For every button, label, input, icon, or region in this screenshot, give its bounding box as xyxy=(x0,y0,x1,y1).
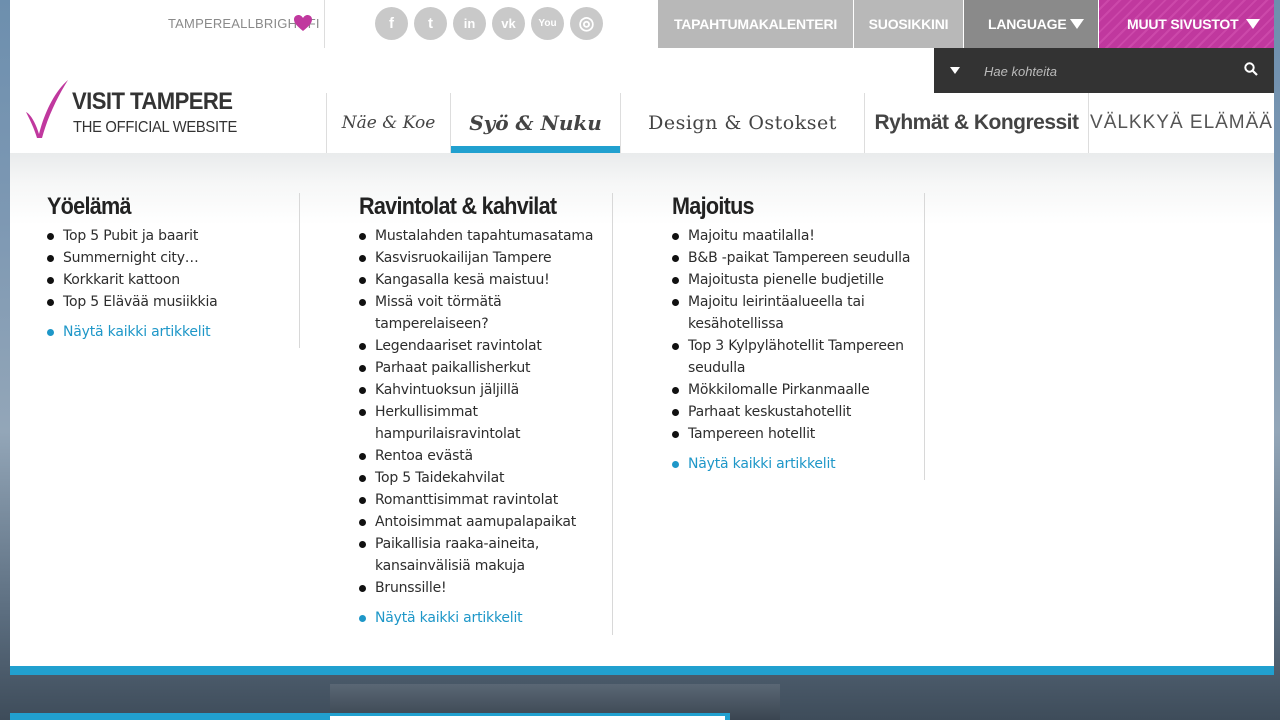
list-item[interactable]: Romanttisimmat ravintolat xyxy=(359,489,604,511)
vk-icon[interactable]: vk xyxy=(492,7,525,40)
column-ravintolat: Ravintolat & kahvilat Mustalahden tapaht… xyxy=(359,193,604,629)
logo-title: VISIT TAMPERE xyxy=(72,88,233,115)
checkmark-logo-icon xyxy=(26,80,68,138)
instagram-icon[interactable]: ◎ xyxy=(570,7,603,40)
list-item[interactable]: Mökkilomalle Pirkanmaalle xyxy=(672,379,917,401)
top-nav: TAPAHTUMAKALENTERI SUOSIKKINI LANGUAGE M… xyxy=(658,0,1274,48)
menu-bottom-border xyxy=(10,666,1274,675)
search-scope-dropdown-icon[interactable] xyxy=(950,67,960,74)
linkedin-icon[interactable]: in xyxy=(453,7,486,40)
list-item[interactable]: Mustalahden tapahtumasatama xyxy=(359,225,604,247)
article-list: Majoitu maatilalla! B&B -paikat Tamperee… xyxy=(672,225,917,445)
list-item[interactable]: Parhaat keskustahotellit xyxy=(672,401,917,423)
nav-nae-koe[interactable]: Näe & Koe xyxy=(326,93,450,153)
list-item[interactable]: Missä voit törmätä tamperelaiseen? xyxy=(359,291,604,335)
main-nav: Näe & Koe Syö & Nuku Design & Ostokset R… xyxy=(326,93,1274,153)
list-item[interactable]: Herkullisimmat hampurilaisravintolat xyxy=(359,401,604,445)
logo-subtitle: THE OFFICIAL WEBSITE xyxy=(73,119,238,136)
nav-design-ostokset[interactable]: Design & Ostokset xyxy=(620,93,864,153)
column-divider xyxy=(612,193,613,635)
list-item[interactable]: Parhaat paikallisherkut xyxy=(359,357,604,379)
list-item[interactable]: Top 3 Kylpylähotellit Tampereen seudulla xyxy=(672,335,917,379)
list-item[interactable]: Top 5 Elävää musiikkia xyxy=(47,291,292,313)
other-sites-dropdown[interactable]: MUUT SIVUSTOT xyxy=(1098,0,1274,48)
list-item[interactable]: Kangasalla kesä maistuu! xyxy=(359,269,604,291)
article-list: Mustalahden tapahtumasatama Kasvisruokai… xyxy=(359,225,604,599)
heart-icon[interactable] xyxy=(293,13,313,33)
other-sites-label: MUUT SIVUSTOT xyxy=(1127,16,1239,32)
search-input[interactable] xyxy=(982,56,1226,86)
list-item[interactable]: Top 5 Pubit ja baarit xyxy=(47,225,292,247)
calendar-link[interactable]: TAPAHTUMAKALENTERI xyxy=(658,0,853,48)
list-item[interactable]: Rentoa evästä xyxy=(359,445,604,467)
show-all-articles-link[interactable]: Näytä kaikki artikkelit xyxy=(672,453,917,475)
nav-valkkya-elamaa[interactable]: VÄLKKYÄ ELÄMÄÄ xyxy=(1088,93,1274,153)
column-title: Yöelämä xyxy=(47,193,132,220)
list-item[interactable]: Paikallisia raaka-aineita, kansainvälisi… xyxy=(359,533,604,577)
visit-tampere-logo[interactable]: VISIT TAMPERE THE OFFICIAL WEBSITE xyxy=(24,78,239,142)
list-item[interactable]: Kasvisruokailijan Tampere xyxy=(359,247,604,269)
list-item[interactable]: Kahvintuoksun jäljillä xyxy=(359,379,604,401)
list-item[interactable]: Brunssille! xyxy=(359,577,604,599)
column-majoitus: Majoitus Majoitu maatilalla! B&B -paikat… xyxy=(672,193,917,475)
list-item[interactable]: Summernight city… xyxy=(47,247,292,269)
language-label: LANGUAGE xyxy=(988,16,1067,32)
top-bar: TAMPEREALLBRIGHT.FI f t in vk You ◎ TAPA… xyxy=(10,0,1274,48)
column-title: Majoitus xyxy=(672,193,755,220)
list-item[interactable]: Top 5 Taidekahvilat xyxy=(359,467,604,489)
favorites-link[interactable]: SUOSIKKINI xyxy=(853,0,963,48)
list-item[interactable]: Korkkarit kattoon xyxy=(47,269,292,291)
nav-syo-nuku[interactable]: Syö & Nuku xyxy=(450,93,620,153)
chevron-down-icon xyxy=(1246,19,1260,29)
column-divider xyxy=(299,193,300,348)
article-list: Top 5 Pubit ja baarit Summernight city… … xyxy=(47,225,292,313)
mega-menu: Yöelämä Top 5 Pubit ja baarit Summernigh… xyxy=(10,153,1274,666)
show-all-articles-link[interactable]: Näytä kaikki artikkelit xyxy=(359,607,604,629)
list-item[interactable]: Majoitu leirintäalueella tai kesähotelli… xyxy=(672,291,917,335)
column-divider xyxy=(924,193,925,480)
column-yoelama: Yöelämä Top 5 Pubit ja baarit Summernigh… xyxy=(47,193,292,343)
page: TAMPEREALLBRIGHT.FI f t in vk You ◎ TAPA… xyxy=(10,0,1274,675)
language-dropdown[interactable]: LANGUAGE xyxy=(963,0,1098,48)
footer-strip xyxy=(330,716,725,720)
search-icon[interactable] xyxy=(1244,62,1258,76)
twitter-icon[interactable]: t xyxy=(414,7,447,40)
nav-ryhmat-kongressit[interactable]: Ryhmät & Kongressit xyxy=(864,93,1088,153)
list-item[interactable]: Tampereen hotellit xyxy=(672,423,917,445)
list-item[interactable]: Majoitu maatilalla! xyxy=(672,225,917,247)
list-item[interactable]: Legendaariset ravintolat xyxy=(359,335,604,357)
list-item[interactable]: Majoitusta pienelle budjetille xyxy=(672,269,917,291)
facebook-icon[interactable]: f xyxy=(375,7,408,40)
social-links: f t in vk You ◎ xyxy=(375,7,603,40)
search-bar xyxy=(934,48,1274,93)
youtube-icon[interactable]: You xyxy=(531,7,564,40)
show-all-articles-link[interactable]: Näytä kaikki artikkelit xyxy=(47,321,292,343)
divider xyxy=(324,0,325,48)
list-item[interactable]: B&B -paikat Tampereen seudulla xyxy=(672,247,917,269)
column-title: Ravintolat & kahvilat xyxy=(359,193,557,220)
chevron-down-icon xyxy=(1070,19,1084,29)
list-item[interactable]: Antoisimmat aamupalapaikat xyxy=(359,511,604,533)
